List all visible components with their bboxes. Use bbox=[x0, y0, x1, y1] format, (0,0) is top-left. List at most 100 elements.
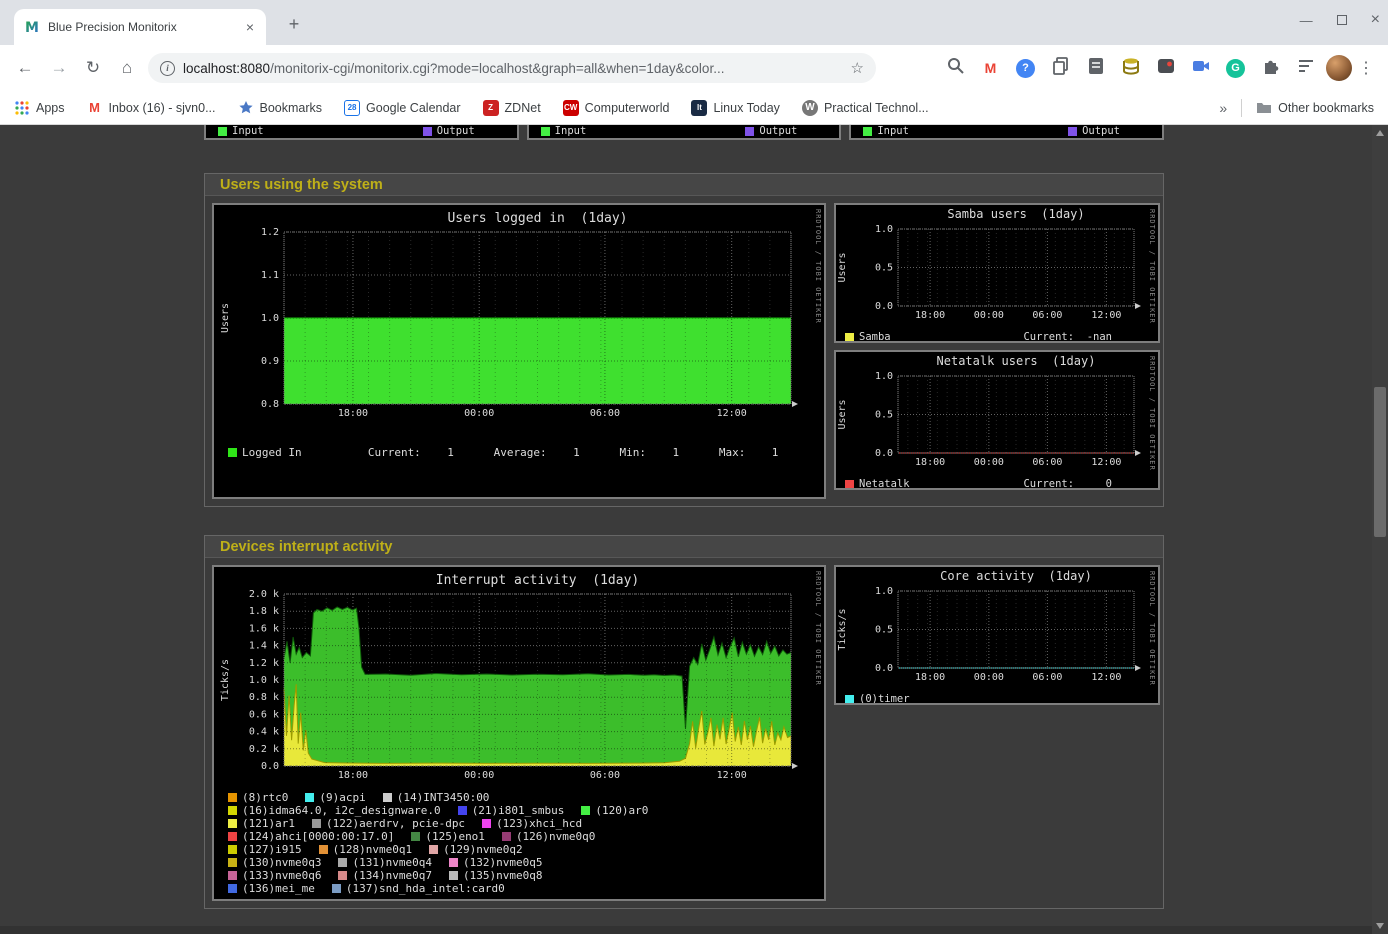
legend-output: Output bbox=[745, 125, 797, 137]
svg-text:0.9: 0.9 bbox=[261, 356, 279, 367]
clipped-network-graph[interactable]: InputOutput bbox=[849, 125, 1164, 140]
legend-item: (132)nvme0q5 bbox=[449, 856, 542, 869]
profile-avatar[interactable] bbox=[1326, 55, 1352, 81]
svg-text:Users: Users bbox=[837, 399, 848, 429]
maximize-button[interactable] bbox=[1337, 15, 1347, 25]
legend-swatch bbox=[458, 806, 467, 815]
legend-label: (16)idma64.0, i2c_designware.0 bbox=[242, 804, 441, 817]
svg-text:Users: Users bbox=[837, 252, 848, 282]
help-icon[interactable]: ? bbox=[1015, 58, 1036, 79]
bookmark-item[interactable]: ZZDNet bbox=[483, 100, 541, 116]
bookmark-item[interactable]: CWComputerworld bbox=[563, 100, 670, 116]
horizontal-scrollbar[interactable] bbox=[0, 926, 1372, 934]
bookmarks-divider bbox=[1241, 99, 1242, 117]
bookmark-item[interactable]: MInbox (16) - sjvn0... bbox=[87, 100, 216, 116]
svg-text:00:00: 00:00 bbox=[974, 310, 1004, 321]
puzzle-icon[interactable] bbox=[1260, 58, 1281, 79]
netatalk-users-graph[interactable]: Netatalk users (1day)Users1.00.50.018:00… bbox=[836, 352, 1158, 488]
copy-icon-glyph bbox=[1051, 56, 1071, 81]
bookmark-item[interactable]: Bookmarks bbox=[238, 100, 323, 116]
grammarly-icon-glyph: G bbox=[1226, 59, 1245, 78]
interrupt-legend: (8)rtc0(9)acpi(14)INT3450:00(16)idma64.0… bbox=[214, 791, 824, 895]
vertical-scrollbar[interactable] bbox=[1372, 125, 1388, 934]
legend-item: (136)mei_me bbox=[228, 882, 315, 895]
legend-swatch bbox=[502, 832, 511, 841]
bookmark-label: Inbox (16) - sjvn0... bbox=[109, 101, 216, 115]
section-title: Users using the system bbox=[220, 177, 383, 193]
extension-icons: M? G bbox=[945, 58, 1326, 79]
minimize-button[interactable]: — bbox=[1300, 13, 1313, 28]
legend-label: (134)nvme0q7 bbox=[352, 869, 431, 882]
users-logged-in-graph[interactable]: Users logged in (1day)Users1.21.11.00.90… bbox=[214, 205, 824, 497]
legend-label: (14)INT3450:00 bbox=[397, 791, 490, 804]
rrdtool-watermark: RRDTOOL / TOBI OETIKER bbox=[1148, 571, 1156, 686]
svg-text:00:00: 00:00 bbox=[464, 408, 494, 419]
bookmark-item[interactable]: ltLinux Today bbox=[691, 100, 780, 116]
browser-menu-icon[interactable]: ⋮ bbox=[1352, 58, 1380, 78]
interrupt-activity-graph[interactable]: Interrupt activity (1day)Ticks/s2.0 k1.8… bbox=[214, 567, 824, 899]
legend-swatch bbox=[218, 127, 227, 136]
clipped-network-graph[interactable]: Input Output bbox=[527, 125, 842, 140]
bookmark-item[interactable]: 28Google Calendar bbox=[344, 100, 461, 116]
legend-row: (124)ahci[0000:00:17.0](125)eno1(126)nvm… bbox=[228, 830, 824, 843]
svg-text:0.5: 0.5 bbox=[875, 625, 893, 636]
close-window-button[interactable]: × bbox=[1371, 11, 1380, 29]
scrollbar-thumb[interactable] bbox=[1374, 387, 1386, 537]
legend-swatch bbox=[312, 819, 321, 828]
bookmarks-right: » Other bookmarks bbox=[1219, 99, 1374, 117]
reload-button[interactable]: ↻ bbox=[76, 51, 110, 85]
tab-monitorix[interactable]: M Blue Precision Monitorix × bbox=[14, 9, 266, 45]
svg-text:0.6 k: 0.6 k bbox=[249, 709, 279, 720]
scroll-down-arrow[interactable] bbox=[1372, 918, 1388, 934]
url-path: /monitorix-cgi/monitorix.cgi?mode=localh… bbox=[270, 61, 724, 76]
tab-close-icon[interactable]: × bbox=[244, 18, 256, 36]
legend-label: (122)aerdrv, pcie-dpc bbox=[326, 817, 465, 830]
camera-icon[interactable] bbox=[1190, 58, 1211, 79]
legend-input: Input bbox=[541, 125, 587, 137]
reading-list-icon[interactable] bbox=[1295, 58, 1316, 79]
legend-label: (135)nvme0q8 bbox=[463, 869, 542, 882]
legend-label: (137)snd_hda_intel:card0 bbox=[346, 882, 505, 895]
svg-text:2.0 k: 2.0 k bbox=[249, 589, 279, 600]
monitorix-favicon: M bbox=[24, 19, 40, 35]
home-button[interactable]: ⌂ bbox=[110, 51, 144, 85]
copy-icon[interactable] bbox=[1050, 58, 1071, 79]
bookmark-item[interactable]: Apps bbox=[14, 100, 65, 116]
notes-icon[interactable] bbox=[1085, 58, 1106, 79]
other-bookmarks-button[interactable]: Other bookmarks bbox=[1256, 100, 1374, 116]
screenshot-icon[interactable] bbox=[1155, 58, 1176, 79]
new-tab-button[interactable]: + bbox=[282, 12, 306, 36]
clipped-network-graph[interactable]: InputOutput bbox=[204, 125, 519, 140]
search-icon[interactable] bbox=[945, 58, 966, 79]
bookmarks-overflow-chevron[interactable]: » bbox=[1219, 100, 1227, 116]
core-activity-graph[interactable]: Core activity (1day)Ticks/s1.00.50.018:0… bbox=[836, 567, 1158, 703]
camera-icon-glyph bbox=[1191, 56, 1211, 81]
legend-swatch bbox=[305, 793, 314, 802]
scroll-up-arrow[interactable] bbox=[1372, 125, 1388, 141]
legend-output-label: Output bbox=[1082, 125, 1120, 137]
site-info-icon[interactable]: i bbox=[160, 61, 175, 76]
address-bar[interactable]: i localhost:8080/monitorix-cgi/monitorix… bbox=[148, 53, 876, 83]
bookmark-label: Google Calendar bbox=[366, 101, 461, 115]
svg-text:1.4 k: 1.4 k bbox=[249, 641, 279, 652]
svg-text:1.0: 1.0 bbox=[875, 586, 893, 597]
legend-row: (133)nvme0q6(134)nvme0q7(135)nvme0q8 bbox=[228, 869, 824, 882]
legend-swatch bbox=[228, 871, 237, 880]
stack-icon[interactable] bbox=[1120, 58, 1141, 79]
legend-item: (123)xhci_hcd bbox=[482, 817, 582, 830]
gmail-icon[interactable]: M bbox=[980, 58, 1001, 79]
grammarly-icon[interactable]: G bbox=[1225, 58, 1246, 79]
svg-text:0.5: 0.5 bbox=[875, 410, 893, 421]
svg-text:1.8 k: 1.8 k bbox=[249, 606, 279, 617]
svg-text:Users logged in (1day): Users logged in (1day) bbox=[447, 211, 627, 226]
legend-swatch bbox=[228, 819, 237, 828]
forward-button[interactable]: → bbox=[42, 51, 76, 85]
legend-row: NetatalkCurrent: 0 bbox=[845, 478, 1112, 488]
reading-list-icon-glyph bbox=[1296, 56, 1316, 81]
back-button[interactable]: ← bbox=[8, 51, 42, 85]
legend-item: (21)i801_smbus bbox=[458, 804, 565, 817]
section-users: Users using the system Users logged in (… bbox=[204, 173, 1164, 507]
bookmark-item[interactable]: WPractical Technol... bbox=[802, 100, 929, 116]
bookmark-star-icon[interactable]: ☆ bbox=[851, 59, 864, 77]
samba-users-graph[interactable]: Samba users (1day)Users1.00.50.018:0000:… bbox=[836, 205, 1158, 341]
